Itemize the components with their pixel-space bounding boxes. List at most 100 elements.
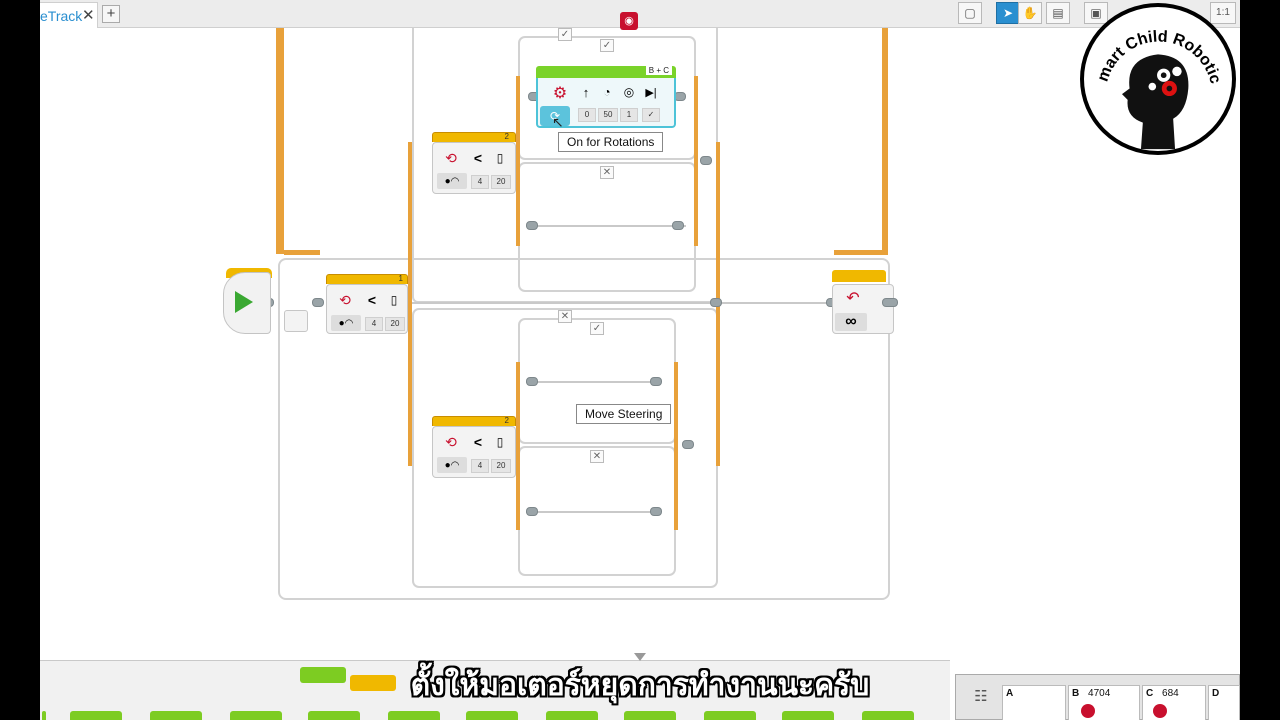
switch-upper-block[interactable]: 2 ⟲ < ▯ ●◠ 4 20 — [432, 132, 516, 194]
threshold-value[interactable]: 20 — [491, 459, 511, 473]
start-block[interactable] — [223, 272, 271, 334]
case-flag-false[interactable]: ✕ — [600, 166, 614, 179]
port-number: 2 — [504, 132, 509, 141]
rotations-icon: ◎ — [623, 85, 635, 99]
video-subtitle: ตั้งให้มอเตอร์หยุดการทำงานนะครับ — [410, 669, 870, 702]
sequence-wire — [834, 250, 888, 255]
motor-ports[interactable]: B + C — [645, 66, 672, 75]
palette-collapse-icon[interactable] — [634, 653, 646, 661]
loop-end-block[interactable]: ↶ ∞ — [832, 284, 894, 334]
data-plug[interactable] — [526, 507, 538, 516]
palette-block[interactable] — [308, 711, 360, 720]
switch-lower-block[interactable]: 2 ⟲ < ▯ ●◠ 4 20 — [432, 416, 516, 478]
comment-icon[interactable]: ▤ — [1046, 2, 1070, 24]
steering-arrow-icon: ↑ — [582, 84, 590, 100]
logo-graphic: Smart Child Robotics — [1084, 7, 1225, 150]
case-divider — [412, 302, 718, 304]
tab-program[interactable]: eTrack ✕ — [40, 2, 98, 28]
play-icon[interactable] — [235, 291, 253, 313]
palette-block[interactable] — [862, 711, 914, 720]
case-flag-false[interactable]: ✕ — [590, 450, 604, 463]
tab-label: eTrack — [40, 8, 83, 24]
case-flag-true[interactable]: ✓ — [600, 39, 614, 52]
case-flag-true[interactable]: ✓ — [558, 28, 572, 41]
data-plug[interactable] — [700, 156, 712, 165]
port-number: 2 — [504, 416, 509, 425]
port-value[interactable]: 4 — [365, 317, 383, 331]
add-tab-button[interactable]: + — [102, 5, 120, 23]
sequence-wire — [276, 28, 284, 254]
switch-lower-bracket — [516, 362, 520, 530]
compare-operator[interactable]: < — [469, 146, 487, 170]
power-gauge-icon: ◔ — [603, 85, 611, 99]
palette-block[interactable] — [624, 711, 676, 720]
data-plug[interactable] — [672, 221, 684, 230]
palette-block[interactable] — [388, 711, 440, 720]
zoom-reset-button[interactable]: 1:1 — [1210, 2, 1236, 24]
pan-hand-icon[interactable]: ✋ — [1018, 2, 1042, 24]
data-plug[interactable] — [312, 298, 324, 307]
save-icon[interactable]: ▣ — [1084, 2, 1108, 24]
data-plug[interactable] — [710, 298, 722, 307]
port-value[interactable]: 4 — [471, 459, 489, 473]
ultrasonic-sensor-icon: ⟲ — [445, 433, 457, 450]
data-plug[interactable] — [526, 377, 538, 386]
mode-selector-icon[interactable]: ●◠ — [437, 173, 467, 189]
case-flag-true[interactable]: ✓ — [590, 322, 604, 335]
power-value[interactable]: 50 — [598, 108, 618, 122]
data-plug[interactable] — [682, 440, 694, 449]
switch-upper-false-case[interactable] — [518, 162, 696, 292]
compare-operator[interactable]: < — [363, 288, 381, 312]
switch-main-bracket — [408, 142, 412, 466]
palette-block[interactable] — [230, 711, 282, 720]
threshold-value[interactable]: 20 — [491, 175, 511, 189]
data-plug[interactable] — [882, 298, 898, 307]
ultrasonic-sensor-icon: ⟲ — [339, 291, 351, 308]
port-number: 1 — [398, 274, 403, 283]
data-plug[interactable] — [526, 221, 538, 230]
ev3-programming-app: eTrack ✕ + ▢ ➤ ✋ ▤ ▣ 1:1 ✓ ✓ ✕ ✕ ✓ ✕ ◉ 1… — [40, 0, 1240, 720]
brake-value[interactable]: ✓ — [642, 108, 660, 122]
tab-bar: eTrack ✕ + ▢ ➤ ✋ ▤ ▣ 1:1 — [40, 0, 1240, 28]
rotations-value[interactable]: 1 — [620, 108, 638, 122]
loop-mode-button[interactable]: ∞ — [835, 313, 867, 331]
program-canvas[interactable]: ✓ ✓ ✕ ✕ ✓ ✕ ◉ 1 ⟲ < ▯ ●◠ 4 20 2 ⟲ < ▯ ●◠… — [40, 12, 1240, 660]
tooltip-move-steering: Move Steering — [576, 404, 672, 424]
palette-block[interactable] — [150, 711, 202, 720]
loop-end-header — [832, 270, 886, 282]
palette-block[interactable] — [546, 711, 598, 720]
palette-block[interactable] — [466, 711, 518, 720]
threshold-value[interactable]: 20 — [385, 317, 405, 331]
data-plug[interactable] — [650, 377, 662, 386]
threshold-icon: ▯ — [496, 151, 504, 165]
threshold-icon: ▯ — [390, 293, 398, 307]
switch-upper-bracket — [516, 76, 520, 246]
loop-icon: ↶ — [846, 290, 860, 307]
mode-selector-icon[interactable]: ●◠ — [437, 457, 467, 473]
sequence-wire-gray — [718, 302, 834, 304]
mode-selector-icon[interactable]: ●◠ — [331, 315, 361, 331]
switch-main-block[interactable]: 1 ⟲ < ▯ ●◠ 4 20 — [326, 274, 408, 334]
sequence-wire — [284, 250, 320, 255]
select-pointer-icon[interactable]: ➤ — [996, 2, 1020, 24]
tab-close-icon[interactable]: ✕ — [82, 6, 95, 24]
steering-value[interactable]: 0 — [578, 108, 596, 122]
sequence-wire — [882, 28, 888, 254]
case-flag-false[interactable]: ✕ — [558, 310, 572, 323]
palette-block[interactable] — [782, 711, 834, 720]
data-plug[interactable] — [650, 507, 662, 516]
case-wire — [526, 381, 656, 383]
move-steering-header: B + C — [536, 66, 676, 78]
port-value[interactable]: 4 — [471, 175, 489, 189]
palette-block[interactable] — [704, 711, 756, 720]
palette-block[interactable] — [70, 711, 122, 720]
large-motor-icon: ⚙ — [552, 85, 568, 102]
smart-child-robotics-logo: Smart Child Robotics — [1080, 3, 1236, 155]
threshold-icon: ▯ — [496, 435, 504, 449]
compare-operator[interactable]: < — [469, 430, 487, 454]
mouse-cursor-icon: ↖ — [552, 114, 564, 130]
case-wire — [526, 225, 686, 227]
palette-block[interactable] — [42, 711, 46, 720]
new-file-icon[interactable]: ▢ — [958, 2, 982, 24]
stop-marker-icon[interactable]: ◉ — [620, 12, 638, 30]
